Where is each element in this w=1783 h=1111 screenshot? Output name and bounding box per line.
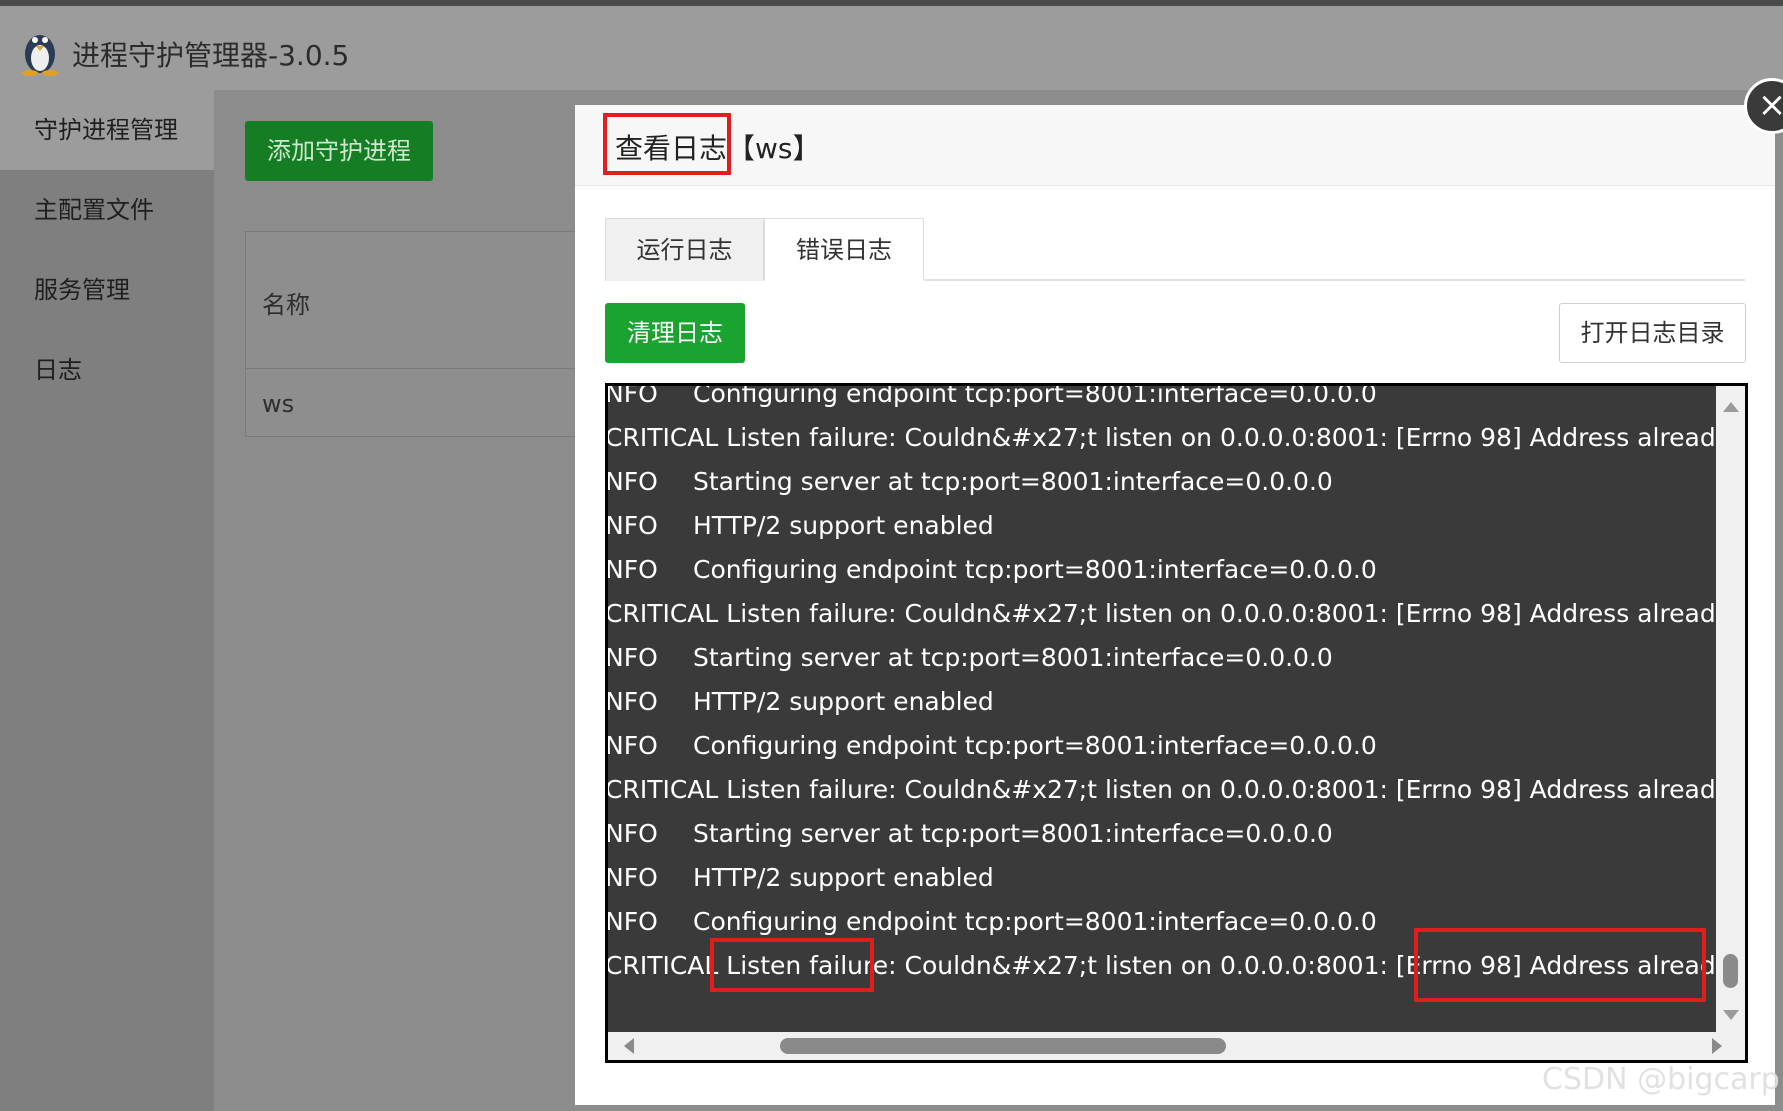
table-header: 名称 (246, 232, 586, 369)
annotation-highlight-listen-failure (710, 938, 874, 992)
log-level: NFO (605, 643, 658, 672)
log-message: Listen failure: Couldn&#x27;t listen on … (726, 775, 1748, 804)
log-level: NFO (605, 555, 658, 584)
horizontal-scroll-thumb[interactable] (780, 1038, 1226, 1054)
log-level: NFO (605, 907, 658, 936)
log-message: Configuring endpoint tcp:port=8001:inter… (693, 555, 1377, 584)
log-level: NFO (605, 383, 658, 408)
log-level: NFO (605, 687, 658, 716)
dialog-header: 查看日志【ws】 (575, 105, 1775, 186)
log-line: NFO Configuring endpoint tcp:port=8001:in… (605, 548, 1377, 592)
dialog-process-name: 【ws】 (727, 132, 821, 165)
log-line: NFO Starting server at tcp:port=8001:inte… (605, 460, 1333, 504)
scroll-down-arrow-icon[interactable] (1723, 1010, 1739, 1020)
log-line: CRITICAL Listen failure: Couldn&#x27;t l… (605, 416, 1748, 460)
log-message: Starting server at tcp:port=8001:interfa… (693, 467, 1333, 496)
log-message: Configuring endpoint tcp:port=8001:inter… (693, 907, 1377, 936)
process-table: 名称 ws (245, 231, 587, 437)
log-message: Listen failure: Couldn&#x27;t listen on … (726, 423, 1748, 452)
log-level: CRITICAL (605, 423, 719, 452)
sidebar-item-logs[interactable]: 日志 (0, 330, 214, 410)
log-line: NFO Starting server at tcp:port=8001:inte… (605, 812, 1333, 856)
column-header-name: 名称 (262, 291, 310, 319)
log-line: CRITICAL Listen failure: Couldn&#x27;t l… (605, 592, 1748, 636)
log-line: NFO Configuring endpoint tcp:port=8001:in… (605, 724, 1377, 768)
log-line: NFO HTTP/2 support enabled (605, 680, 994, 724)
log-level: NFO (605, 819, 658, 848)
vertical-scroll-thumb[interactable] (1723, 954, 1738, 988)
log-message: Listen failure: Couldn&#x27;t listen on … (726, 599, 1748, 628)
linux-penguin-icon (22, 35, 58, 76)
log-message: HTTP/2 support enabled (693, 687, 994, 716)
log-line: NFO HTTP/2 support enabled (605, 504, 994, 548)
scroll-right-arrow-icon[interactable] (1712, 1038, 1722, 1054)
add-process-button[interactable]: 添加守护进程 (245, 121, 433, 181)
log-message: Configuring endpoint tcp:port=8001:inter… (693, 383, 1377, 408)
log-line: NFO Configuring endpoint tcp:port=8001:in… (605, 383, 1377, 416)
sidebar-item-main-config[interactable]: 主配置文件 (0, 170, 214, 250)
log-line: CRITICAL Listen failure: Couldn&#x27;t l… (605, 768, 1748, 812)
log-level: NFO (605, 467, 658, 496)
log-message: HTTP/2 support enabled (693, 511, 994, 540)
clear-log-button[interactable]: 清理日志 (605, 303, 745, 363)
tab-error-log[interactable]: 错误日志 (764, 218, 924, 281)
annotation-highlight-title (603, 113, 731, 175)
log-level: NFO (605, 863, 658, 892)
tab-run-log[interactable]: 运行日志 (605, 218, 764, 281)
horizontal-scrollbar[interactable] (608, 1032, 1745, 1060)
log-level: CRITICAL (605, 775, 719, 804)
app-title: 进程守护管理器-3.0.5 (72, 39, 350, 72)
sidebar-item-process-guard[interactable]: 守护进程管理 (0, 90, 214, 170)
log-level: NFO (605, 731, 658, 760)
sidebar-item-service-management[interactable]: 服务管理 (0, 250, 214, 330)
watermark: CSDN @bigcarp (1542, 1062, 1780, 1097)
app-header: 进程守护管理器-3.0.5 (0, 6, 1783, 90)
log-message: HTTP/2 support enabled (693, 863, 994, 892)
log-level: CRITICAL (605, 951, 719, 980)
vertical-scrollbar[interactable] (1716, 386, 1745, 1032)
scroll-up-arrow-icon[interactable] (1723, 402, 1739, 412)
table-row[interactable]: ws (262, 390, 294, 418)
log-level: CRITICAL (605, 599, 719, 628)
log-line: NFO Starting server at tcp:port=8001:inte… (605, 636, 1333, 680)
log-message: Configuring endpoint tcp:port=8001:inter… (693, 731, 1377, 760)
log-message: Starting server at tcp:port=8001:interfa… (693, 819, 1333, 848)
log-line: NFO HTTP/2 support enabled (605, 856, 994, 900)
log-message: Starting server at tcp:port=8001:interfa… (693, 643, 1333, 672)
scroll-left-arrow-icon[interactable] (624, 1038, 634, 1054)
log-level: NFO (605, 511, 658, 540)
sidebar: 守护进程管理 主配置文件 服务管理 日志 (0, 90, 214, 1111)
open-log-directory-button[interactable]: 打开日志目录 (1559, 303, 1746, 363)
annotation-highlight-address-in-use (1414, 928, 1706, 1002)
